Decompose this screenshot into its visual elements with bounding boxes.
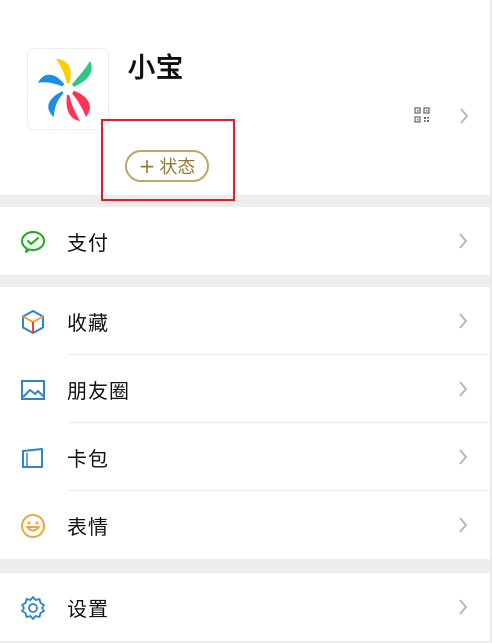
- chevron-right-icon: [458, 381, 468, 397]
- menu-item-favorites[interactable]: 收藏: [0, 287, 490, 355]
- chevron-right-icon: [458, 313, 468, 329]
- plus-icon: +: [138, 154, 156, 178]
- menu-item-label: 设置: [67, 597, 109, 621]
- chevron-right-icon: [458, 599, 468, 615]
- profile-header[interactable]: 小宝 + 状态: [0, 0, 490, 201]
- menu-item-label: 卡包: [67, 447, 109, 471]
- smile-face-icon: [20, 513, 46, 539]
- menu-item-label: 支付: [67, 231, 109, 255]
- moments-image-icon: [20, 377, 46, 403]
- avatar-logo-icon: [28, 49, 108, 129]
- chevron-right-icon: [458, 517, 468, 533]
- card-wallet-icon: [20, 445, 46, 471]
- menu-item-label: 表情: [67, 515, 109, 539]
- menu-item-cards[interactable]: 卡包: [0, 423, 490, 491]
- menu-item-label: 朋友圈: [67, 379, 130, 403]
- qr-code-icon[interactable]: [414, 107, 430, 123]
- menu-item-label: 收藏: [67, 311, 109, 335]
- menu-item-pay[interactable]: 支付: [0, 207, 490, 275]
- gear-icon: [20, 595, 46, 621]
- menu-group-pay: 支付: [0, 207, 490, 275]
- status-label: 状态: [159, 157, 196, 178]
- chevron-right-icon: [458, 449, 468, 465]
- favorites-cube-icon: [20, 309, 46, 335]
- chevron-right-icon: [458, 233, 468, 249]
- menu-item-moments[interactable]: 朋友圈: [0, 355, 490, 423]
- wechat-pay-icon: [20, 229, 46, 255]
- menu-group-settings: 设置: [0, 573, 490, 641]
- menu-item-stickers[interactable]: 表情: [0, 491, 490, 559]
- avatar[interactable]: [27, 48, 109, 130]
- chevron-right-icon: [459, 108, 469, 124]
- menu-item-settings[interactable]: 设置: [0, 573, 490, 641]
- menu-group-main: 收藏 朋友圈 卡包 表情: [0, 287, 490, 559]
- add-status-button[interactable]: + 状态: [125, 150, 209, 182]
- nickname: 小宝: [128, 53, 184, 84]
